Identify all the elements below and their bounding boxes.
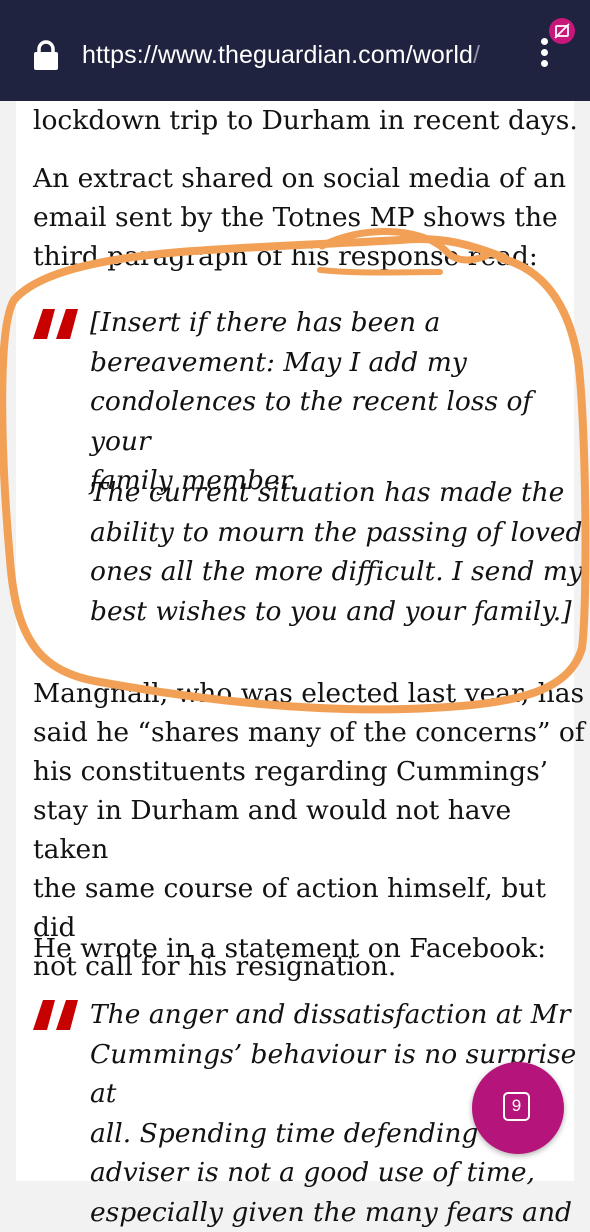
url-text-faded: /	[472, 41, 481, 69]
tabs-button[interactable]: 9	[472, 1062, 564, 1154]
browser-toolbar: https://www.theguardian.com/world/	[0, 0, 590, 101]
lock-icon[interactable]	[34, 40, 58, 70]
paragraph: He wrote in a statement on Facebook:	[33, 933, 547, 964]
blockquote: The current situation has made the abili…	[90, 477, 583, 627]
blockquote: [Insert if there has been a bereavement:…	[90, 307, 533, 496]
url-text: https://www.theguardian.com/world	[82, 41, 473, 69]
quote-mark-icon	[33, 1000, 78, 1030]
url-bar[interactable]: https://www.theguardian.com/world/	[82, 41, 480, 70]
paragraph: lockdown trip to Durham in recent days.	[33, 105, 578, 136]
incognito-badge-icon	[549, 18, 575, 44]
paragraph: An extract shared on social media of an …	[33, 163, 567, 272]
tabs-count-icon: 9	[503, 1092, 530, 1121]
quote-mark-icon	[33, 309, 78, 339]
